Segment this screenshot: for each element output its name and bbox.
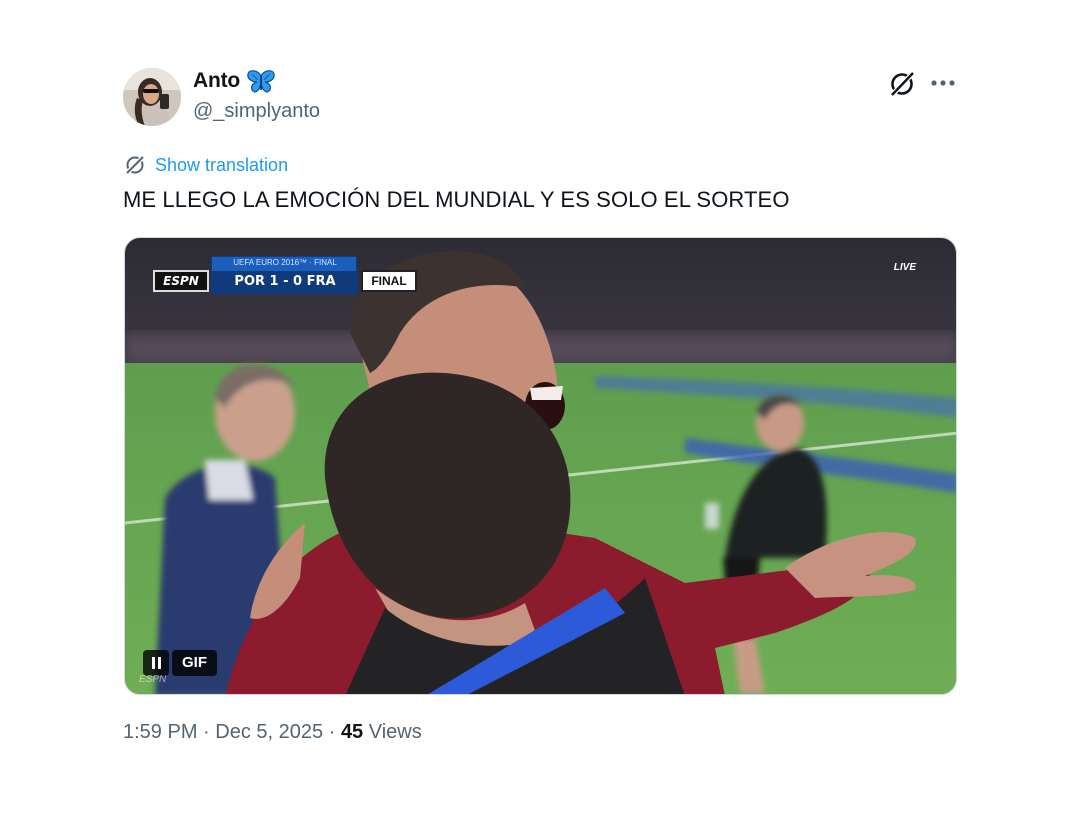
meta-separator: · — [328, 721, 336, 743]
scorebug-channel: ESPN — [153, 270, 209, 292]
scorebug-main: UEFA EURO 2016™ · FINAL POR 1 - 0 FRA — [211, 256, 358, 294]
tweet-meta: 1:59 PM · Dec 5, 2025 · 45 Views — [123, 721, 422, 744]
butterfly-emoji-icon — [247, 70, 275, 93]
pause-icon[interactable] — [143, 649, 169, 676]
gif-controls: GIF — [143, 648, 217, 677]
gif-badge: GIF — [172, 649, 217, 676]
show-translation-label: Show translation — [155, 154, 289, 175]
avatar[interactable] — [123, 68, 181, 126]
gif-frame — [125, 238, 956, 694]
meta-separator: · — [203, 721, 210, 743]
translate-icon — [125, 155, 145, 175]
views-count: 45 — [340, 721, 364, 743]
views-label: Views — [368, 721, 422, 743]
tweet-date[interactable]: Dec 5, 2025 — [215, 721, 323, 743]
scorebug-event: UEFA EURO 2016™ · FINAL — [233, 258, 337, 267]
scorebug-score: POR 1 - 0 FRA — [212, 271, 358, 293]
tweet-time[interactable]: 1:59 PM — [123, 721, 197, 743]
tweet-text: ME LLEGO LA EMOCIÓN DEL MUNDIAL Y ES SOL… — [123, 187, 790, 212]
display-name[interactable]: Anto — [193, 69, 240, 93]
gif-media[interactable]: ESPN UEFA EURO 2016™ · FINAL POR 1 - 0 F… — [124, 237, 957, 695]
show-translation-button[interactable]: Show translation — [124, 152, 288, 178]
more-icon[interactable] — [930, 74, 956, 92]
avatar-image — [123, 68, 181, 126]
grok-icon[interactable] — [888, 70, 916, 98]
broadcast-watermark: ESPN — [139, 674, 167, 685]
scorebug-status: FINAL — [361, 270, 417, 292]
live-label: LIVE — [893, 262, 916, 273]
user-handle[interactable]: @_simplyanto — [193, 100, 320, 123]
tweet-card: Anto @_simplyanto Show translation ME LL… — [0, 0, 1080, 818]
